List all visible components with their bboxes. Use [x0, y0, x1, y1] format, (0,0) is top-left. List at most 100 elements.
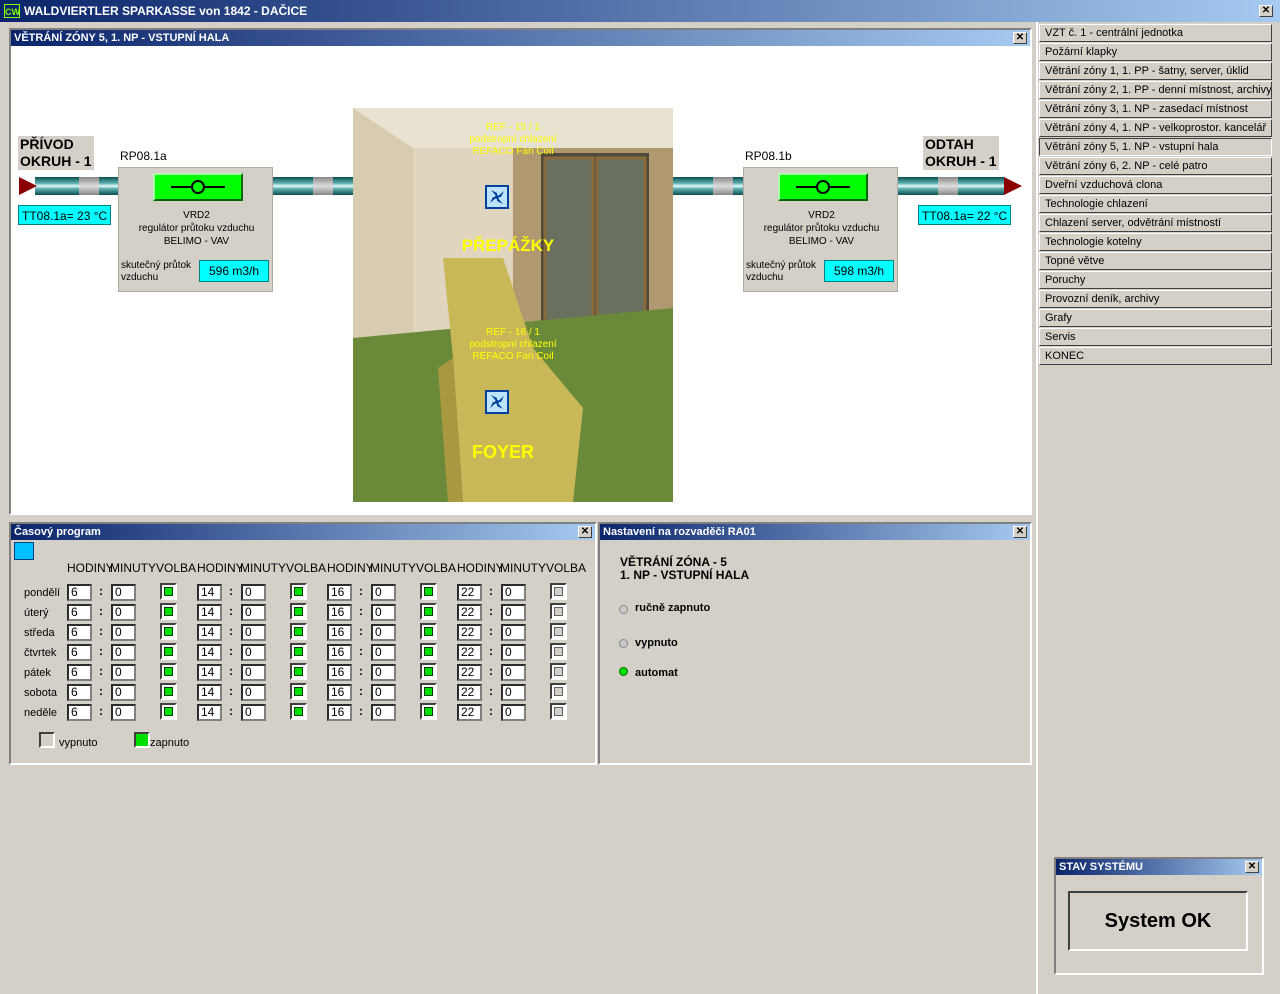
mode-toggle[interactable] [160, 643, 177, 660]
hours-input[interactable]: 14 [197, 624, 222, 641]
hours-input[interactable]: 14 [197, 644, 222, 661]
minutes-input[interactable]: 0 [241, 664, 266, 681]
mode-toggle[interactable] [550, 683, 567, 700]
minutes-input[interactable]: 0 [241, 604, 266, 621]
minutes-input[interactable]: 0 [111, 624, 136, 641]
mode-toggle[interactable] [420, 603, 437, 620]
hours-input[interactable]: 14 [197, 664, 222, 681]
minutes-input[interactable]: 0 [241, 624, 266, 641]
hours-input[interactable]: 14 [197, 584, 222, 601]
menu-item[interactable]: Větrání zóny 6, 2. NP - celé patro [1039, 157, 1272, 175]
hours-input[interactable]: 16 [327, 584, 352, 601]
mode-toggle[interactable] [290, 703, 307, 720]
hand-pointer-icon[interactable] [14, 542, 34, 560]
minutes-input[interactable]: 0 [501, 704, 526, 721]
hours-input[interactable]: 6 [67, 624, 92, 641]
mode-toggle[interactable] [160, 623, 177, 640]
menu-item[interactable]: Technologie chlazení [1039, 195, 1272, 213]
menu-item[interactable]: KONEC [1039, 347, 1272, 365]
minutes-input[interactable]: 0 [501, 584, 526, 601]
mode-toggle[interactable] [290, 663, 307, 680]
hours-input[interactable]: 16 [327, 644, 352, 661]
hours-input[interactable]: 6 [67, 704, 92, 721]
mode-toggle[interactable] [550, 703, 567, 720]
mode-toggle[interactable] [160, 583, 177, 600]
mode-toggle[interactable] [160, 703, 177, 720]
vav-left-valve-icon[interactable] [153, 173, 243, 201]
option-off[interactable]: vypnuto [635, 637, 678, 649]
mode-toggle[interactable] [550, 623, 567, 640]
menu-item[interactable]: Servis [1039, 328, 1272, 346]
mode-toggle[interactable] [550, 643, 567, 660]
hours-input[interactable]: 22 [457, 704, 482, 721]
mode-toggle[interactable] [290, 683, 307, 700]
radio-off-icon[interactable] [619, 639, 628, 648]
minutes-input[interactable]: 0 [371, 644, 396, 661]
zone-close-button[interactable]: ✕ [1013, 32, 1027, 44]
hours-input[interactable]: 16 [327, 664, 352, 681]
hours-input[interactable]: 16 [327, 704, 352, 721]
minutes-input[interactable]: 0 [501, 664, 526, 681]
mode-toggle[interactable] [420, 583, 437, 600]
menu-item[interactable]: Větrání zóny 5, 1. NP - vstupní hala [1039, 138, 1272, 156]
mode-toggle[interactable] [420, 683, 437, 700]
hours-input[interactable]: 22 [457, 624, 482, 641]
minutes-input[interactable]: 0 [111, 704, 136, 721]
option-auto[interactable]: automat [635, 667, 678, 679]
hours-input[interactable]: 16 [327, 624, 352, 641]
hours-input[interactable]: 6 [67, 604, 92, 621]
minutes-input[interactable]: 0 [501, 684, 526, 701]
radio-manual-icon[interactable] [619, 605, 628, 614]
hours-input[interactable]: 22 [457, 684, 482, 701]
mode-toggle[interactable] [420, 703, 437, 720]
menu-item[interactable]: Chlazení server, odvětrání místností [1039, 214, 1272, 232]
mode-toggle[interactable] [420, 623, 437, 640]
menu-item[interactable]: Grafy [1039, 309, 1272, 327]
minutes-input[interactable]: 0 [111, 684, 136, 701]
minutes-input[interactable]: 0 [371, 624, 396, 641]
window-close-button[interactable]: ✕ [1259, 5, 1273, 17]
hours-input[interactable]: 6 [67, 584, 92, 601]
settings-close-button[interactable]: ✕ [1013, 526, 1027, 538]
minutes-input[interactable]: 0 [371, 604, 396, 621]
hours-input[interactable]: 22 [457, 644, 482, 661]
menu-item[interactable]: Dveřní vzduchová clona [1039, 176, 1272, 194]
minutes-input[interactable]: 0 [371, 684, 396, 701]
hours-input[interactable]: 14 [197, 704, 222, 721]
hours-input[interactable]: 14 [197, 684, 222, 701]
mode-toggle[interactable] [550, 603, 567, 620]
minutes-input[interactable]: 0 [241, 684, 266, 701]
mode-toggle[interactable] [290, 603, 307, 620]
mode-toggle[interactable] [160, 603, 177, 620]
hours-input[interactable]: 6 [67, 684, 92, 701]
minutes-input[interactable]: 0 [241, 644, 266, 661]
hours-input[interactable]: 22 [457, 584, 482, 601]
minutes-input[interactable]: 0 [371, 664, 396, 681]
mode-toggle[interactable] [160, 683, 177, 700]
mode-toggle[interactable] [290, 583, 307, 600]
minutes-input[interactable]: 0 [501, 604, 526, 621]
mode-toggle[interactable] [290, 643, 307, 660]
minutes-input[interactable]: 0 [111, 644, 136, 661]
minutes-input[interactable]: 0 [111, 584, 136, 601]
menu-item[interactable]: Větrání zóny 2, 1. PP - denní místnost, … [1039, 81, 1272, 99]
status-close-button[interactable]: ✕ [1245, 861, 1259, 873]
mode-toggle[interactable] [160, 663, 177, 680]
hours-input[interactable]: 22 [457, 664, 482, 681]
hours-input[interactable]: 6 [67, 664, 92, 681]
minutes-input[interactable]: 0 [371, 704, 396, 721]
minutes-input[interactable]: 0 [241, 584, 266, 601]
minutes-input[interactable]: 0 [241, 704, 266, 721]
fan-coil-icon[interactable] [485, 185, 509, 209]
mode-toggle[interactable] [420, 663, 437, 680]
hours-input[interactable]: 14 [197, 604, 222, 621]
minutes-input[interactable]: 0 [371, 584, 396, 601]
menu-item[interactable]: Poruchy [1039, 271, 1272, 289]
hours-input[interactable]: 6 [67, 644, 92, 661]
menu-item[interactable]: Technologie kotelny [1039, 233, 1272, 251]
fan-coil-icon[interactable] [485, 390, 509, 414]
menu-item[interactable]: Větrání zóny 3, 1. NP - zasedací místnos… [1039, 100, 1272, 118]
hours-input[interactable]: 16 [327, 684, 352, 701]
hours-input[interactable]: 16 [327, 604, 352, 621]
minutes-input[interactable]: 0 [111, 604, 136, 621]
